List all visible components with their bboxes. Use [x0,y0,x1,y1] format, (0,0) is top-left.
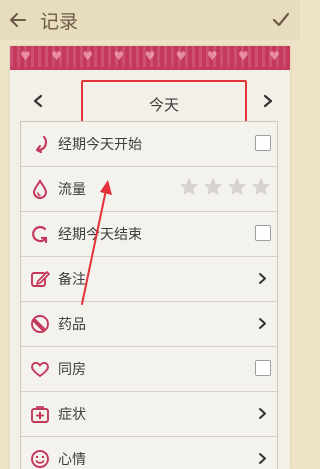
arrow-left-icon[interactable] [8,10,28,30]
page-title: 记录 [40,11,79,33]
row-label: 经期今天开始 [58,137,142,153]
chevron-left-icon[interactable] [32,94,44,108]
drop-icon [32,179,48,199]
row-medicine[interactable]: 药品 [21,302,277,347]
row-label: 症状 [58,407,86,423]
period-end-icon [32,226,48,244]
chevron-right-icon [259,453,266,464]
row-intercourse[interactable]: 同房 [21,347,277,392]
smiley-icon [31,450,49,468]
chevron-right-icon [259,273,266,284]
pill-icon [31,315,49,333]
heart-pattern: ♥ ♥ ♥ ♥ ♥ ♥ ♥ ♥ ♥ [20,49,280,63]
row-label: 同房 [58,362,86,378]
star-icon[interactable] [226,176,248,198]
chevron-right-icon [259,318,266,329]
star-icon[interactable] [178,176,200,198]
row-notes[interactable]: 备注 [21,257,277,302]
row-label: 心情 [58,452,86,468]
row-label: 流量 [58,182,86,198]
card-banner: ♥ ♥ ♥ ♥ ♥ ♥ ♥ ♥ ♥ [10,46,290,73]
row-symptoms[interactable]: 症状 [21,392,277,437]
heart-icon [31,362,49,377]
first-aid-icon [31,406,49,423]
edit-note-icon [31,271,50,287]
flow-rating [178,176,272,198]
row-label: 备注 [58,272,86,288]
chevron-right-icon[interactable] [262,94,274,108]
top-bar: 记录 [0,0,300,40]
row-period-start[interactable]: 经期今天开始 [21,122,277,167]
record-list: 经期今天开始 流量 经期今天结束 备注 药品 同房 症状 心情 [20,121,278,469]
row-label: 经期今天结束 [58,227,142,243]
star-icon[interactable] [250,176,272,198]
row-mood[interactable]: 心情 [21,437,277,469]
period-end-checkbox[interactable] [255,225,271,241]
intercourse-checkbox[interactable] [255,360,271,376]
period-start-checkbox[interactable] [255,135,271,151]
row-period-end[interactable]: 经期今天结束 [21,212,277,257]
chevron-right-icon [259,408,266,419]
period-start-icon [35,135,48,154]
row-label: 药品 [58,317,86,333]
check-icon[interactable] [272,11,290,29]
date-navigator: 今天 [10,78,290,128]
row-flow: 流量 [21,167,277,212]
star-icon[interactable] [202,176,224,198]
